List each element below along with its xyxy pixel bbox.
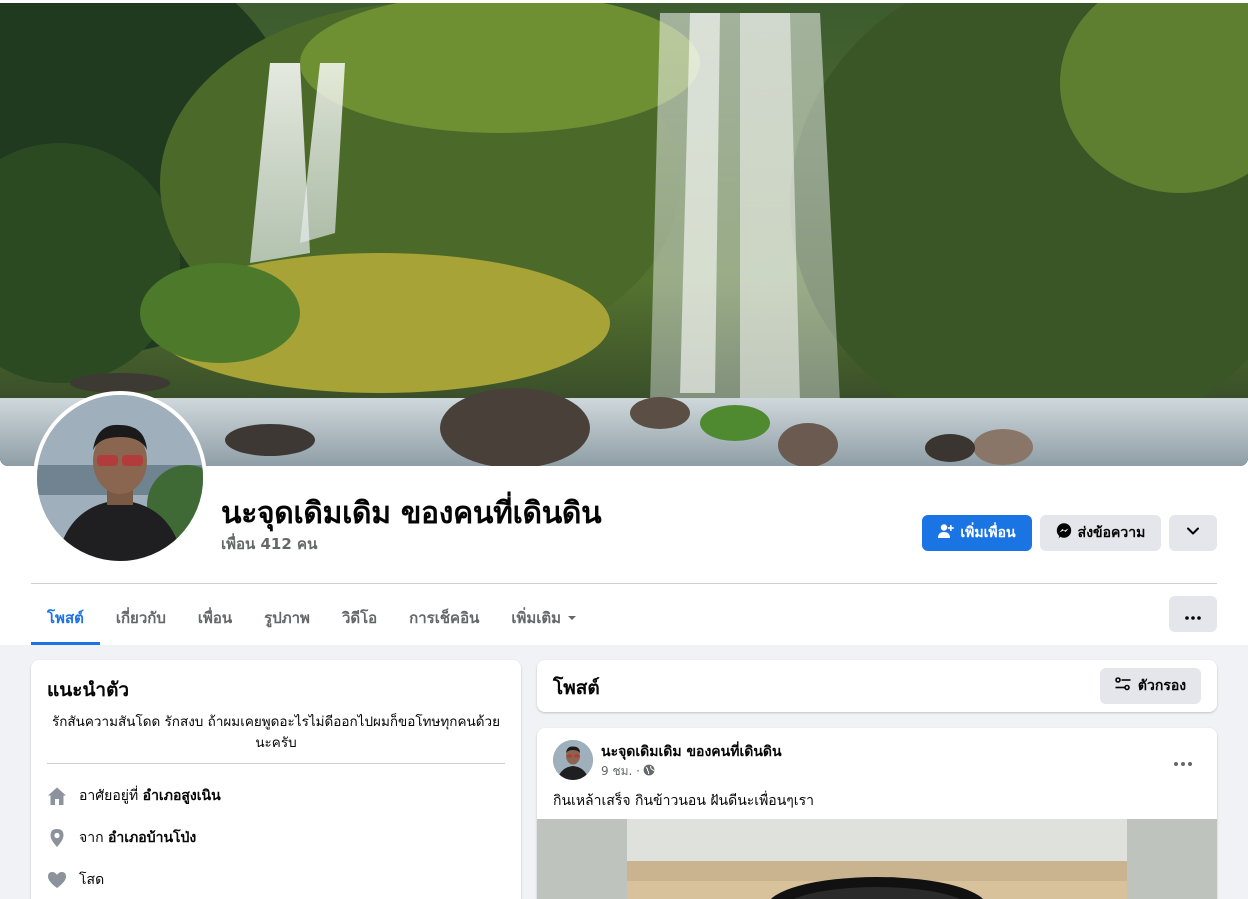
tab-label: เพื่อน — [197, 609, 233, 627]
tab-label: รูปภาพ — [264, 609, 310, 627]
post-card: นะจุดเดิมเดิม ของคนที่เดินดิน 9 ชม. · กิ… — [537, 728, 1217, 899]
profile-name: นะจุดเดิมเดิม ของคนที่เดินดิน — [221, 496, 602, 531]
tab-friends[interactable]: เพื่อน — [182, 592, 248, 644]
globe-icon — [643, 764, 655, 779]
add-friend-icon — [938, 523, 955, 543]
tab-videos[interactable]: วิดีโอ — [326, 592, 393, 644]
tab-more[interactable]: เพิ่มเติม — [495, 592, 593, 644]
messenger-icon — [1056, 523, 1072, 543]
profile-header: นะจุดเดิมเดิม ของคนที่เดินดิน เพื่อน 412… — [0, 0, 1248, 645]
message-label: ส่งข้อความ — [1077, 525, 1146, 541]
add-friend-button[interactable]: เพิ่มเพื่อน — [922, 515, 1032, 551]
tab-posts[interactable]: โพสต์ — [31, 592, 100, 645]
location-pin-icon — [47, 828, 67, 848]
intro-card: แนะนำตัว รักสันความสันโดด รักสงบ ถ้าผมเค… — [31, 660, 521, 899]
caret-down-icon — [567, 609, 577, 627]
profile-options-button[interactable] — [1169, 515, 1217, 551]
info-from: จาก อำเภอบ้านโป่ง — [47, 827, 196, 849]
filter-label: ตัวกรอง — [1137, 678, 1187, 694]
post-meta: 9 ชม. · — [601, 762, 655, 781]
filter-button[interactable]: ตัวกรอง — [1100, 668, 1201, 704]
info-relationship: โสด — [47, 869, 104, 891]
profile-tabs: โพสต์ เกี่ยวกับ เพื่อน รูปภาพ วิดีโอ การ… — [31, 592, 593, 645]
lives-place-link[interactable]: อำเภอสูงเนิน — [143, 788, 221, 804]
post-timestamp[interactable]: 9 ชม. · — [601, 762, 640, 781]
tab-checkins[interactable]: การเช็คอิน — [393, 592, 495, 644]
intro-divider — [47, 763, 505, 764]
tab-about[interactable]: เกี่ยวกับ — [100, 592, 182, 644]
from-prefix: จาก — [79, 830, 104, 846]
tab-label: วิดีโอ — [341, 609, 378, 627]
filter-icon — [1115, 676, 1131, 696]
home-icon — [47, 786, 67, 806]
post-author-name[interactable]: นะจุดเดิมเดิม ของคนที่เดินดิน — [601, 741, 782, 763]
lives-prefix: อาศัยอยู่ที่ — [79, 788, 139, 804]
more-dots-icon — [1185, 605, 1201, 624]
profile-avatar[interactable] — [33, 391, 207, 565]
cover-photo[interactable] — [0, 3, 1248, 466]
post-options-button[interactable] — [1165, 742, 1201, 778]
tab-label: เกี่ยวกับ — [115, 609, 166, 627]
post-author-avatar[interactable] — [553, 740, 593, 780]
relationship-status: โสด — [79, 872, 105, 888]
intro-bio: รักสันความสันโดด รักสงบ ถ้าผมเคยพูดอะไรไ… — [52, 714, 500, 751]
message-button[interactable]: ส่งข้อความ — [1040, 515, 1161, 551]
tab-photos[interactable]: รูปภาพ — [248, 592, 326, 644]
from-place-link[interactable]: อำเภอบ้านโป่ง — [108, 830, 196, 846]
tab-label: เพิ่มเติม — [511, 609, 562, 627]
posts-title: โพสต์ — [553, 677, 600, 699]
post-photo[interactable] — [537, 819, 1217, 899]
post-text: กินเหล้าเสร็จ กินข้าวนอน ฝันดีนะเพื่อนๆเ… — [553, 793, 814, 809]
heart-icon — [47, 870, 67, 890]
chevron-down-icon — [1186, 524, 1200, 542]
tab-label: โพสต์ — [47, 609, 84, 627]
friends-count[interactable]: เพื่อน 412 คน — [221, 532, 317, 556]
header-divider — [31, 583, 1217, 584]
more-dots-icon — [1174, 751, 1192, 770]
posts-header-card: โพสต์ ตัวกรอง — [537, 660, 1217, 712]
add-friend-label: เพิ่มเพื่อน — [960, 525, 1016, 541]
tab-more-options-button[interactable] — [1169, 596, 1217, 632]
intro-title: แนะนำตัว — [47, 679, 130, 701]
info-lives-in: อาศัยอยู่ที่ อำเภอสูงเนิน — [47, 785, 221, 807]
tab-label: การเช็คอิน — [409, 609, 480, 627]
